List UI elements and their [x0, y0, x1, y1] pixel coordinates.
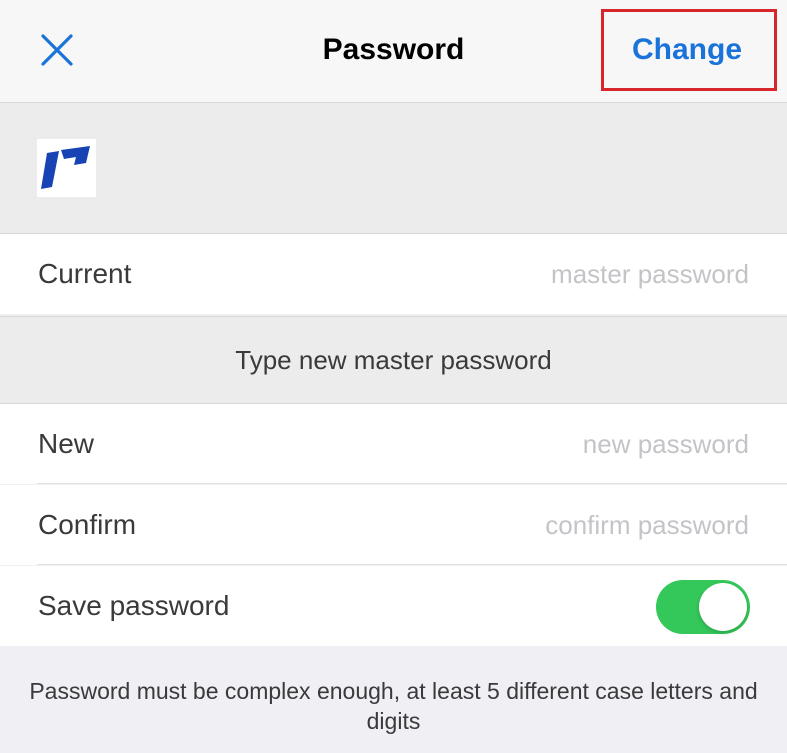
current-password-input[interactable] — [389, 254, 749, 294]
save-password-toggle[interactable] — [656, 580, 750, 634]
change-button[interactable]: Change — [632, 30, 742, 70]
new-password-section-header: Type new master password — [0, 316, 787, 404]
confirm-password-input[interactable] — [389, 505, 749, 545]
password-requirement-note: Password must be complex enough, at leas… — [29, 678, 758, 734]
close-button[interactable] — [36, 29, 80, 73]
navigation-bar: Password Change — [0, 0, 787, 103]
row-divider — [37, 564, 787, 565]
save-password-label: Save password — [38, 590, 230, 621]
current-label: Current — [38, 258, 132, 289]
app-logo — [37, 139, 96, 197]
toggle-knob — [699, 583, 747, 631]
row-divider — [37, 483, 787, 484]
new-password-row: New — [0, 404, 787, 484]
current-password-row: Current — [0, 234, 787, 314]
app-logo-icon — [41, 146, 90, 189]
close-icon — [41, 34, 73, 66]
logo-banner — [0, 103, 787, 234]
new-label: New — [38, 428, 95, 459]
save-password-row: Save password — [0, 566, 787, 646]
confirm-label: Confirm — [38, 509, 137, 540]
section-header-text: Type new master password — [235, 345, 552, 375]
new-password-input[interactable] — [389, 424, 749, 464]
password-screen: Password Change Current Type new master … — [0, 0, 787, 753]
confirm-password-row: Confirm — [0, 485, 787, 565]
